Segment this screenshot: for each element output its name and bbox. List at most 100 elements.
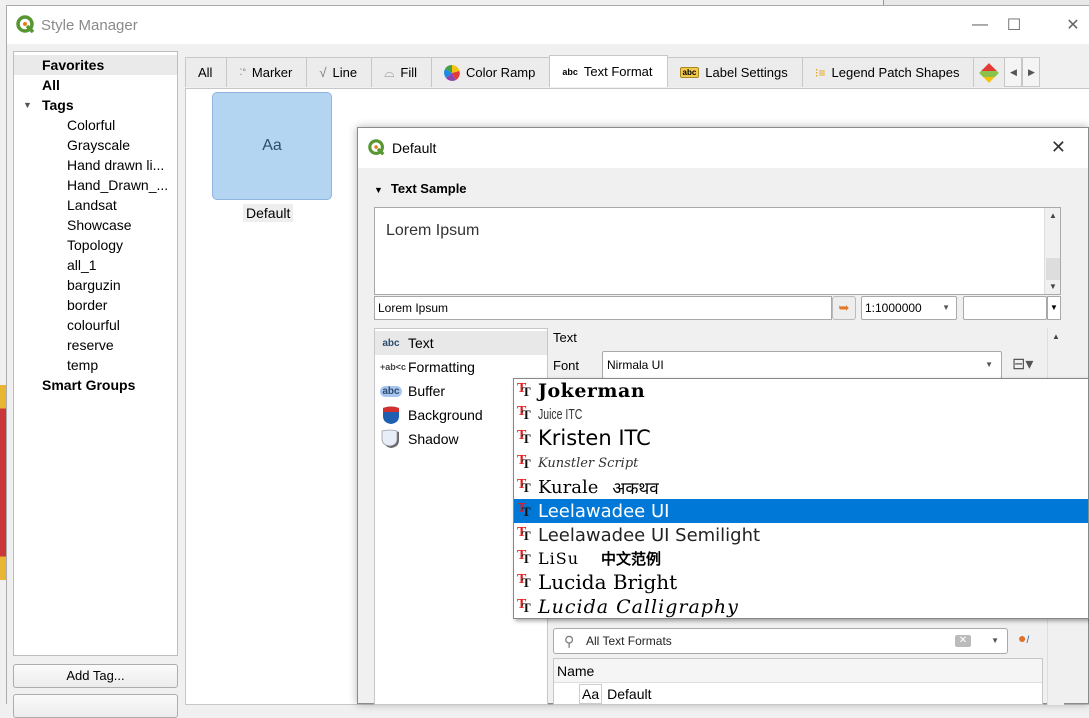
dialog-title-bar: Default ✕	[358, 128, 1088, 168]
tag-item[interactable]: all_1	[67, 255, 97, 275]
tab-fill[interactable]: ⌓ Fill	[371, 57, 432, 87]
scroll-up-icon[interactable]: ▲	[1052, 332, 1060, 341]
tree-item-smart-groups[interactable]: Smart Groups	[42, 375, 135, 395]
maximize-button[interactable]: ☐	[991, 6, 1037, 44]
expand-arrow-icon[interactable]: ▼	[23, 95, 32, 115]
tab-all[interactable]: All	[185, 57, 228, 87]
truetype-icon: TT	[517, 501, 531, 519]
preview-scrollbar[interactable]: ▲ ▼	[1044, 208, 1060, 294]
add-tag-button[interactable]: Add Tag...	[13, 664, 178, 688]
tab-scroll-right-button[interactable]: ▶	[1022, 57, 1041, 87]
truetype-icon: TT	[517, 404, 531, 422]
item-label: Buffer	[408, 383, 446, 399]
font-option-selected[interactable]: TT Leelawadee UI	[514, 499, 1088, 523]
font-option[interactable]: TT LiSu 中文范例	[514, 547, 1088, 569]
search-icon: ⚲	[564, 633, 575, 649]
tab-scroll-left-button[interactable]: ◀	[1004, 57, 1023, 87]
scale-combo[interactable]: 1:1000000 ▼	[861, 296, 957, 320]
truetype-icon: TT	[517, 597, 531, 615]
tab-marker[interactable]: ⁚° Marker	[226, 57, 308, 87]
legend-icon: ⁝≡	[814, 65, 826, 80]
reset-sample-button[interactable]: ➥	[832, 296, 856, 320]
preview-text: Lorem Ipsum	[386, 222, 480, 239]
truetype-icon: TT	[517, 548, 531, 566]
3d-cube-icon	[979, 62, 1000, 83]
scroll-down-icon[interactable]: ▼	[1045, 282, 1061, 291]
scroll-up-icon[interactable]: ▲	[1045, 211, 1061, 220]
tab-3d[interactable]	[973, 57, 1006, 87]
sample-text-input[interactable]: Lorem Ipsum	[374, 296, 832, 320]
tab-color-ramp[interactable]: Color Ramp	[431, 57, 551, 87]
background-color-button[interactable]	[963, 296, 1047, 320]
font-combo[interactable]: Nirmala UI ▼	[602, 351, 1002, 379]
font-value: Nirmala UI	[607, 358, 664, 372]
chevron-down-icon: ▼	[942, 303, 950, 312]
tree-item-all[interactable]: All	[42, 75, 60, 95]
font-option[interactable]: TT Juice ITC	[514, 403, 1088, 425]
close-button[interactable]: ✕	[1050, 6, 1089, 44]
collapse-arrow-icon[interactable]: ▼	[374, 185, 383, 195]
font-option[interactable]: TT Lucida Calligraphy	[514, 595, 1088, 618]
formatting-icon: +ab<c	[380, 362, 407, 372]
font-option[interactable]: TT Jokerman	[514, 379, 1088, 403]
tag-item[interactable]: temp	[67, 355, 98, 375]
style-preview: Aa	[262, 137, 282, 154]
tag-item[interactable]: Colorful	[67, 115, 115, 135]
style-type-tabs: All ⁚° Marker √ Line ⌓ Fill Color Ramp abc T…	[185, 51, 1041, 87]
tab-text-format[interactable]: abc Text Format	[549, 55, 668, 87]
tree-item-favorites[interactable]: Favorites	[14, 55, 177, 75]
tree-item-tags[interactable]: ▼ Tags	[14, 95, 174, 115]
font-option[interactable]: TT Leelawadee UI Semilight	[514, 523, 1088, 547]
abc-icon: abc	[382, 337, 400, 349]
font-option[interactable]: TT Kristen ITC	[514, 425, 1088, 451]
text-format-search-input[interactable]: ⚲ All Text Formats ✕ ▼	[553, 628, 1008, 654]
tag-item[interactable]: Grayscale	[67, 135, 130, 155]
qgis-logo-icon	[368, 139, 385, 156]
font-option[interactable]: TT Lucida Bright	[514, 569, 1088, 595]
text-preview: Lorem Ipsum ▲ ▼	[374, 207, 1061, 295]
tag-tree: Favorites All ▼ Tags Colorful Grayscale …	[13, 51, 178, 656]
buffer-icon: abc	[380, 385, 402, 397]
line-icon: √	[319, 65, 327, 80]
dialog-close-button[interactable]: ✕	[1051, 137, 1066, 158]
clear-icon[interactable]: ✕	[955, 635, 971, 647]
color-dropdown-button[interactable]: ▼	[1047, 296, 1061, 320]
tab-line[interactable]: √ Line	[306, 57, 373, 87]
section-heading: Text Sample	[390, 181, 467, 196]
tag-item[interactable]: Hand drawn li...	[67, 155, 164, 175]
tab-legend-patch-shapes[interactable]: ⁝≡ Legend Patch Shapes	[801, 57, 975, 87]
tag-item[interactable]: barguzin	[67, 275, 121, 295]
table-row[interactable]: Aa Default	[554, 683, 1042, 705]
tab-label-settings[interactable]: abc Label Settings	[666, 57, 803, 87]
color-ramp-icon	[444, 64, 460, 81]
tag-item[interactable]: Hand_Drawn_...	[67, 175, 168, 195]
scale-value: 1:1000000	[865, 301, 922, 315]
title-bar: Style Manager — ☐ ✕	[7, 6, 1089, 44]
scroll-thumb[interactable]	[1046, 258, 1060, 280]
tag-item[interactable]: border	[67, 295, 107, 315]
column-header-name[interactable]: Name	[554, 659, 1042, 683]
font-name: Lucida Calligraphy	[538, 596, 739, 618]
tag-item[interactable]: colourful	[67, 315, 120, 335]
background-shield-icon	[383, 406, 399, 424]
font-menu-icon[interactable]: ⊟▾	[1012, 354, 1033, 374]
tag-item[interactable]: Showcase	[67, 215, 132, 235]
style-manager-icon[interactable]: ●/	[1018, 630, 1029, 646]
tab-label: All	[198, 65, 213, 80]
tag-item[interactable]: reserve	[67, 335, 114, 355]
truetype-icon: TT	[517, 428, 531, 446]
tag-item[interactable]: Topology	[67, 235, 123, 255]
font-name: Kristen ITC	[538, 426, 651, 450]
settings-item-formatting[interactable]: +ab<c Formatting	[375, 355, 547, 379]
item-label: Background	[408, 407, 483, 423]
tab-label: Label Settings	[705, 65, 788, 80]
add-smart-group-button[interactable]	[13, 694, 178, 718]
settings-item-text[interactable]: abc Text	[375, 331, 547, 355]
text-sample-section[interactable]: ▼ Text Sample	[374, 181, 467, 196]
font-option[interactable]: TT Kunstler Script	[514, 451, 1088, 475]
style-tile-default[interactable]: Aa	[212, 92, 332, 200]
tag-item[interactable]: Landsat	[67, 195, 117, 215]
chevron-down-icon[interactable]: ▼	[991, 629, 999, 653]
chevron-down-icon: ▼	[985, 360, 993, 369]
font-option[interactable]: TT Kurale अकथव	[514, 475, 1088, 499]
